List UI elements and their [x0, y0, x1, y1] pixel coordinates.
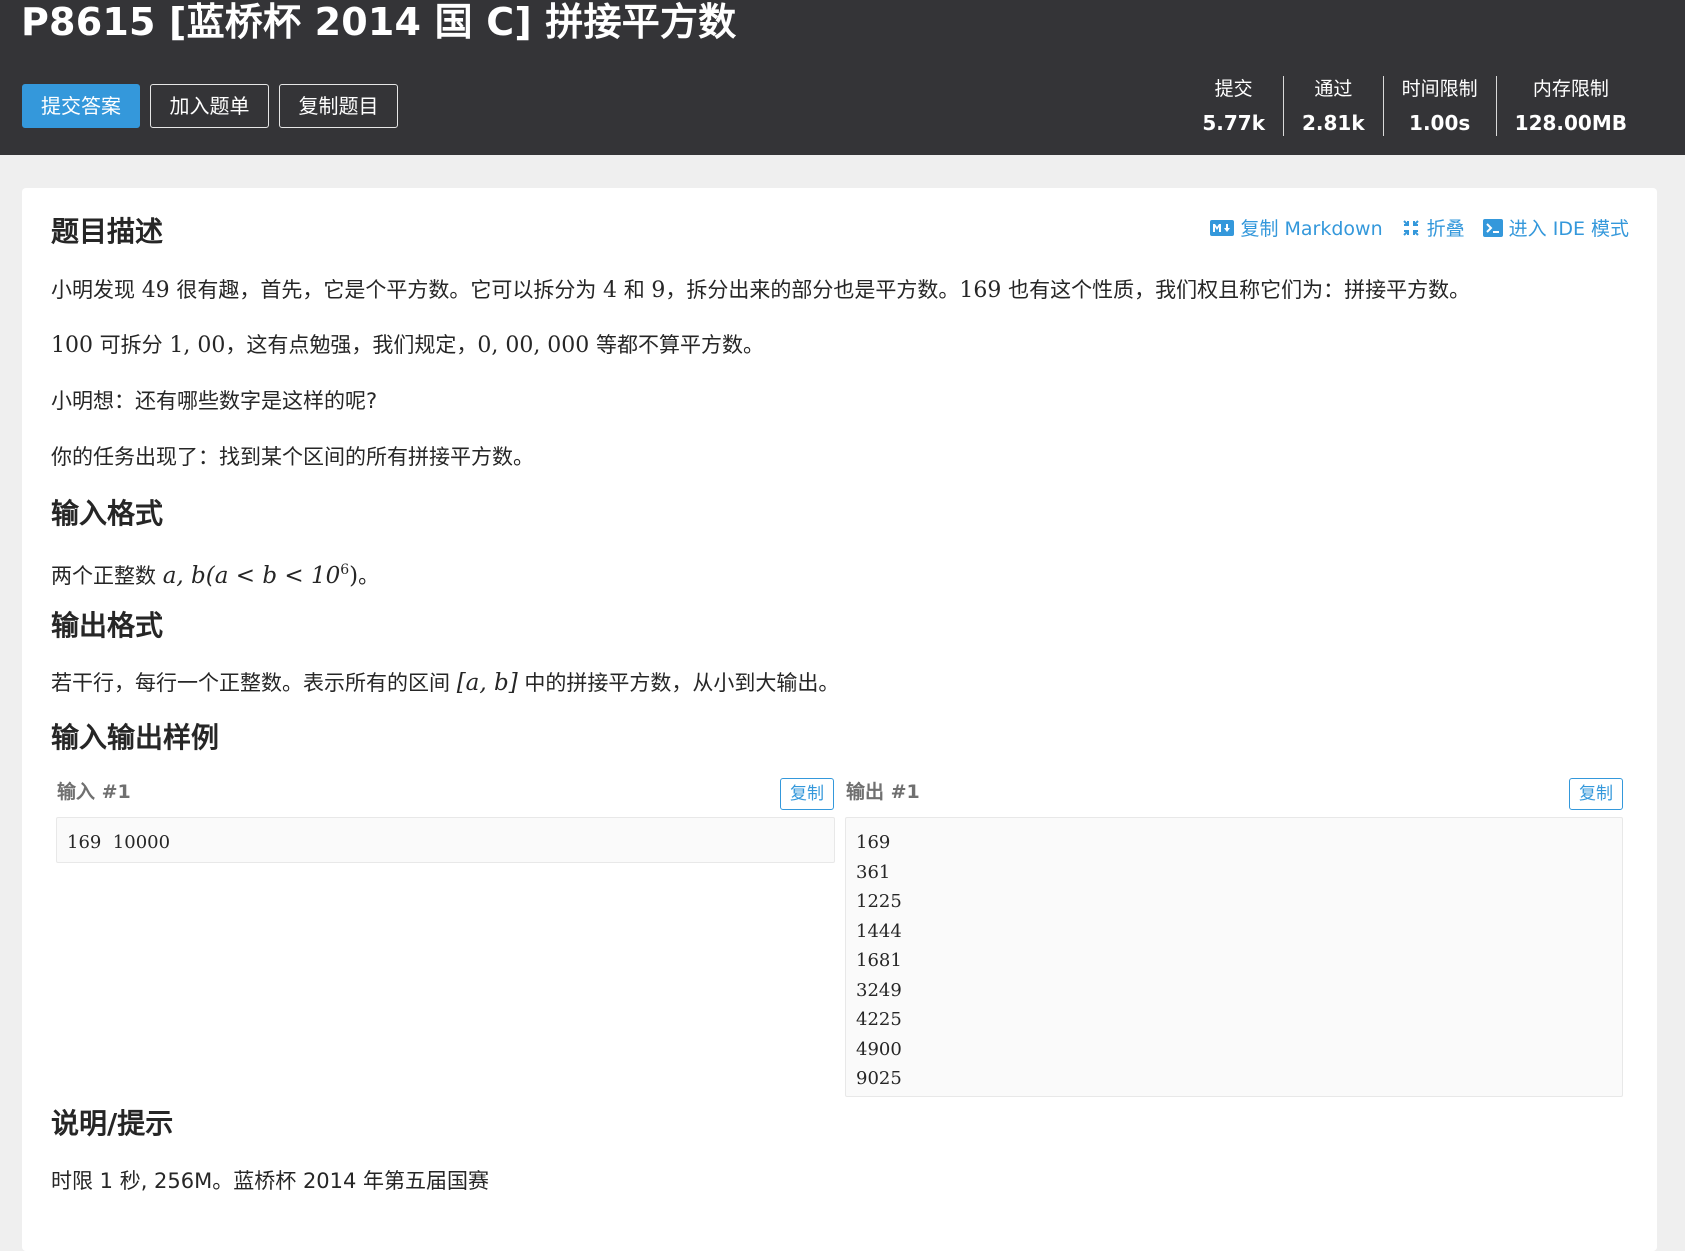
- description-heading: 题目描述: [51, 215, 164, 248]
- ide-mode-link[interactable]: 进入 IDE 模式: [1482, 214, 1629, 241]
- sample-output-line: 3249: [856, 979, 902, 1001]
- math-number: 0, 00, 000: [477, 333, 590, 358]
- sample-input-box[interactable]: 169 10000: [56, 817, 835, 863]
- sample-output-line: 169: [856, 832, 891, 853]
- stat-time-limit: 时间限制 1.00s: [1382, 76, 1496, 136]
- hint-text: 时限 1 秒, 256M。蓝桥杯 2014 年第五届国赛: [51, 1169, 490, 1193]
- copy-markdown-link[interactable]: 复制 Markdown: [1210, 214, 1383, 241]
- text: 中的拼接平方数，从小到大输出。: [517, 671, 840, 695]
- math-number: 4: [603, 278, 618, 303]
- math-text: a, b(a < b < 10: [162, 563, 341, 589]
- sample-output-line: 4900: [856, 1038, 902, 1060]
- stat-label: 内存限制: [1532, 78, 1609, 100]
- text: 很有趣，首先，它是个平方数。它可以拆分为: [169, 278, 604, 302]
- ide-mode-label: 进入 IDE 模式: [1508, 218, 1629, 240]
- description-paragraph-1: 小明发现 49 很有趣，首先，它是个平方数。它可以拆分为 4 和 9，拆分出来的…: [51, 275, 1470, 306]
- sample-output-line: 361: [856, 861, 891, 883]
- text: 若干行，每行一个正整数。表示所有的区间: [51, 671, 457, 695]
- text: 两个正整数: [51, 564, 163, 588]
- text: 可拆分: [93, 333, 170, 357]
- copy-problem-button[interactable]: 复制题目: [279, 84, 398, 128]
- text: 和: [617, 278, 652, 302]
- description-paragraph-3: 小明想：还有哪些数字是这样的呢?: [51, 389, 378, 413]
- stat-value: 5.77k: [1202, 111, 1265, 135]
- samples-heading: 输入输出样例: [51, 721, 220, 754]
- stat-label: 时间限制: [1401, 78, 1478, 100]
- sample-output-label: 输出 #1: [846, 781, 920, 803]
- problem-header: P8615 [蓝桥杯 2014 国 C] 拼接平方数 提交答案 加入题单 复制题…: [0, 0, 1685, 155]
- header-actions: 提交答案 加入题单 复制题目: [22, 84, 398, 128]
- fold-label: 折叠: [1426, 218, 1465, 240]
- markdown-icon: [1210, 219, 1235, 236]
- stat-accepted: 通过 2.81k: [1283, 76, 1383, 136]
- math-number: 9: [651, 278, 666, 303]
- copy-output-button[interactable]: 复制: [1569, 778, 1623, 810]
- stat-label: 通过: [1314, 78, 1353, 100]
- stat-memory-limit: 内存限制 128.00MB: [1495, 76, 1645, 136]
- math-exponent: 6: [340, 562, 350, 578]
- stat-label: 提交: [1214, 78, 1253, 100]
- stat-value: 2.81k: [1302, 111, 1365, 135]
- math-number: 100: [51, 333, 93, 358]
- page-title: P8615 [蓝桥杯 2014 国 C] 拼接平方数: [21, 0, 737, 44]
- math-number: 49: [141, 278, 170, 303]
- copy-input-button[interactable]: 复制: [780, 778, 834, 810]
- problem-stats: 提交 5.77k 通过 2.81k 时间限制 1.00s 内存限制 128.00…: [1184, 76, 1645, 136]
- stat-value: 128.00MB: [1514, 111, 1627, 135]
- math-expression: a, b(a < b < 106): [162, 562, 359, 589]
- description-paragraph-4: 你的任务出现了：找到某个区间的所有拼接平方数。: [51, 445, 534, 469]
- problem-toolbar: 复制 Markdown 折叠 进入 IDE 模式: [1210, 214, 1629, 241]
- math-number: 1, 00: [169, 333, 226, 358]
- sample-output-line: 9025: [856, 1068, 902, 1089]
- sample-output-line: 1225: [856, 891, 902, 912]
- math-expression: [a, b]: [456, 670, 518, 696]
- sample-output-line: 1681: [856, 950, 902, 971]
- stat-value: 1.00s: [1409, 111, 1471, 135]
- text: ，拆分出来的部分也是平方数。: [665, 278, 960, 302]
- collapse-icon: [1402, 219, 1419, 236]
- problem-card: 复制 Markdown 折叠 进入 IDE 模式 题目描述 小明发现 49 很有…: [22, 188, 1657, 1251]
- hint-heading: 说明/提示: [51, 1107, 174, 1140]
- sample-output-line: 4225: [856, 1009, 902, 1030]
- text: 小明发现: [51, 278, 142, 302]
- copy-markdown-label: 复制 Markdown: [1240, 218, 1383, 240]
- add-to-list-button[interactable]: 加入题单: [150, 84, 269, 128]
- math-number: 169: [959, 278, 1002, 303]
- text: 。: [358, 564, 380, 588]
- description-paragraph-2: 100 可拆分 1, 00，这有点勉强，我们规定，0, 00, 000 等都不算…: [51, 330, 764, 361]
- input-format-heading: 输入格式: [51, 497, 164, 530]
- text: ，这有点勉强，我们规定，: [225, 333, 478, 357]
- sample-output-line: 1444: [856, 920, 902, 942]
- submit-answer-button[interactable]: 提交答案: [22, 84, 140, 128]
- fold-link[interactable]: 折叠: [1401, 214, 1465, 241]
- text: 等都不算平方数。: [589, 333, 764, 357]
- terminal-icon: [1482, 218, 1503, 237]
- output-format-heading: 输出格式: [51, 609, 164, 642]
- stat-submissions: 提交 5.77k: [1184, 76, 1283, 136]
- sample-output-box[interactable]: 169 361 1225 1444 1681 3249 4225 4900 9025: [845, 817, 1623, 1097]
- math-text: ): [349, 563, 359, 589]
- output-format-text: 若干行，每行一个正整数。表示所有的区间 [a, b] 中的拼接平方数，从小到大输…: [51, 668, 839, 698]
- sample-input-label: 输入 #1: [57, 781, 131, 803]
- text: 也有这个性质，我们权且称它们为：拼接平方数。: [1001, 278, 1471, 302]
- input-format-text: 两个正整数 a, b(a < b < 106)。: [51, 555, 379, 591]
